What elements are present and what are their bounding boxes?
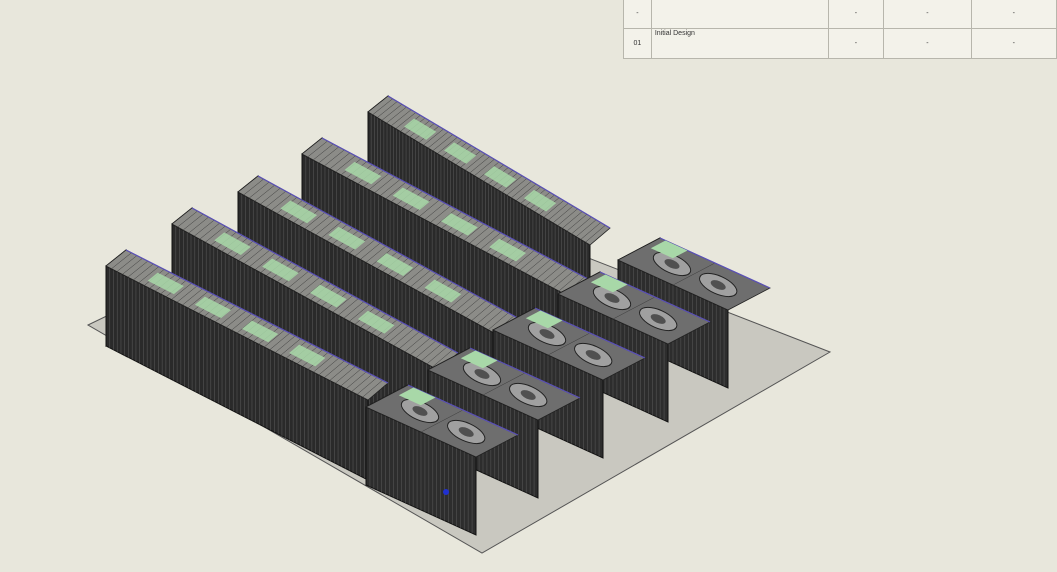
drawing-sheet: - - - - 01 Initial Design - - -	[0, 0, 1057, 572]
marker-dot	[443, 489, 449, 495]
isometric-data-center-model	[86, 94, 832, 554]
